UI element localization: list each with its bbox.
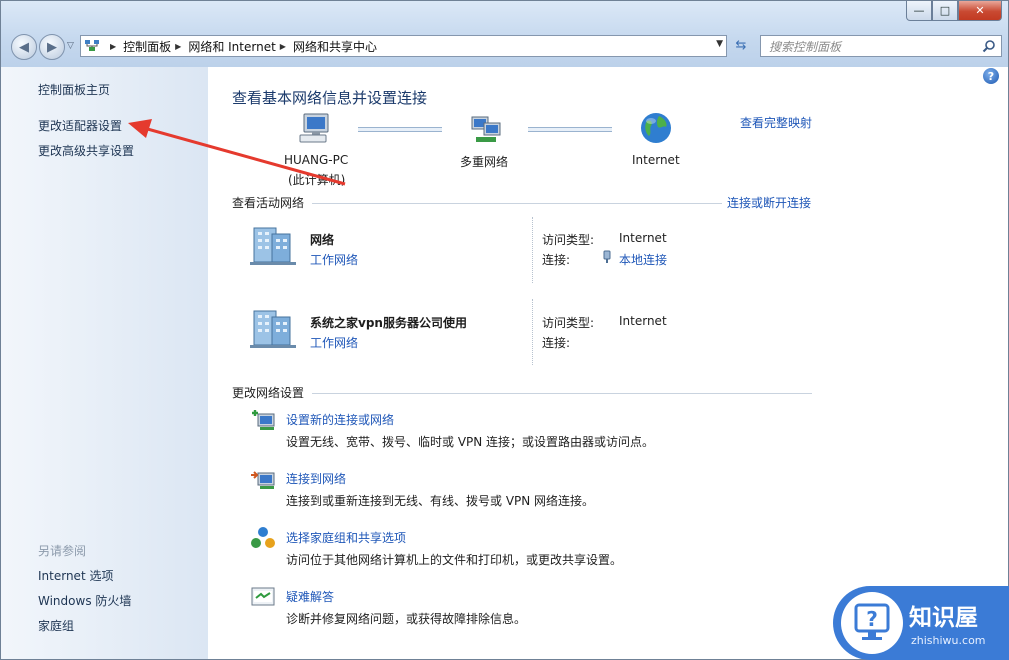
minimize-button[interactable]: — (906, 1, 932, 21)
network-1-connection-label: 连接: (542, 253, 571, 267)
breadcrumb-separator-icon[interactable]: ▶ (110, 42, 116, 51)
sidebar-link-homegroup[interactable]: 家庭组 (38, 617, 74, 634)
close-button[interactable]: ✕ (958, 1, 1002, 21)
network-2-name: 系统之家vpn服务器公司使用 (310, 316, 467, 330)
breadcrumb-network-internet[interactable]: 网络和 Internet (188, 38, 275, 55)
network-building-icon (250, 227, 296, 265)
homegroup-icon (251, 527, 275, 548)
forward-arrow-icon: ▶ (47, 39, 57, 55)
details-divider (532, 217, 534, 283)
task-homegroup-desc: 访问位于其他网络计算机上的文件和打印机，或更改共享设置。 (286, 553, 623, 567)
multiple-networks-label: 多重网络 (460, 155, 509, 169)
maximize-button[interactable]: □ (932, 1, 958, 21)
network-2-type-link[interactable]: 工作网络 (310, 334, 358, 351)
network-1-connection-link[interactable]: 本地连接 (619, 251, 667, 268)
network-1-type-link[interactable]: 工作网络 (310, 251, 358, 268)
internet-globe-icon[interactable] (639, 111, 673, 145)
connect-network-icon (251, 471, 275, 489)
see-also-heading: 另请参阅 (38, 544, 87, 558)
watermark-subtitle: zhishiwu.com (911, 634, 986, 647)
multiple-networks-icon[interactable] (470, 113, 504, 145)
details-divider (532, 299, 534, 365)
network-1-access-label: 访问类型: (542, 233, 595, 247)
explorer-window: — □ ✕ ◀ ▶ ▽ ▶ 控制面板 ▶ 网络和 Internet ▶ 网络和共… (0, 0, 1009, 660)
change-settings-heading: 更改网络设置 (232, 386, 305, 400)
breadcrumb-separator-icon[interactable]: ▶ (280, 42, 286, 51)
annotation-arrow-icon (128, 119, 346, 186)
internet-label: Internet (632, 153, 680, 167)
network-2-connection-label: 连接: (542, 336, 571, 350)
task-troubleshoot-desc: 诊断并修复网络问题，或获得故障排除信息。 (286, 612, 527, 626)
forward-button[interactable]: ▶ (39, 34, 65, 60)
address-bar[interactable]: ▶ 控制面板 ▶ 网络和 Internet ▶ 网络和共享中心 ▼ (80, 35, 727, 57)
connect-disconnect-link[interactable]: 连接或断开连接 (727, 194, 811, 211)
sidebar-link-internet-options[interactable]: Internet 选项 (38, 567, 113, 584)
task-setup-new-connection-desc: 设置无线、宽带、拨号、临时或 VPN 连接；或设置路由器或访问点。 (286, 435, 655, 449)
breadcrumb-separator-icon[interactable]: ▶ (175, 42, 181, 51)
watermark-logo: ? 知识屋 zhishiwu.com (833, 586, 1009, 660)
troubleshoot-icon (251, 587, 275, 606)
help-button[interactable]: ? (983, 68, 999, 84)
sidebar-link-change-adapter-settings[interactable]: 更改适配器设置 (38, 117, 122, 134)
address-dropdown-icon[interactable]: ▼ (716, 39, 723, 49)
breadcrumb-network-sharing-center[interactable]: 网络和共享中心 (293, 38, 377, 55)
svg-text:?: ? (866, 607, 878, 631)
new-connection-icon (252, 410, 275, 430)
search-placeholder: 搜索控制面板 (769, 39, 842, 54)
breadcrumb-control-panel[interactable]: 控制面板 (123, 38, 171, 55)
task-troubleshoot-link[interactable]: 疑难解答 (286, 588, 334, 605)
task-homegroup-link[interactable]: 选择家庭组和共享选项 (286, 529, 406, 546)
view-full-map-link[interactable]: 查看完整映射 (740, 114, 812, 131)
map-connector-line (358, 127, 442, 132)
map-connector-line (528, 127, 612, 132)
network-1-access-value: Internet (619, 231, 667, 245)
network-building-icon (250, 310, 296, 348)
help-icon: ? (987, 69, 995, 83)
section-divider (312, 393, 812, 394)
question-monitor-icon: ? (841, 592, 903, 654)
back-arrow-icon: ◀ (19, 39, 29, 55)
network-2-access-value: Internet (619, 314, 667, 328)
watermark-title: 知识屋 (909, 605, 978, 631)
sidebar-link-control-panel-home[interactable]: 控制面板主页 (38, 81, 110, 98)
sidebar-link-windows-firewall[interactable]: Windows 防火墙 (38, 592, 131, 609)
page-title: 查看基本网络信息并设置连接 (232, 89, 428, 107)
task-setup-new-connection-link[interactable]: 设置新的连接或网络 (286, 411, 394, 428)
recent-pages-dropdown[interactable]: ▽ (67, 41, 74, 51)
search-icon[interactable] (982, 39, 996, 53)
network-1-name: 网络 (310, 233, 335, 247)
refresh-button[interactable]: ⇆ (729, 35, 753, 55)
network-2-access-label: 访问类型: (542, 316, 595, 330)
task-connect-network-desc: 连接到或重新连接到无线、有线、拨号或 VPN 网络连接。 (286, 494, 595, 508)
task-connect-network-link[interactable]: 连接到网络 (286, 470, 346, 487)
ethernet-connection-icon (603, 250, 611, 263)
refresh-icon: ⇆ (735, 37, 747, 53)
title-bar: — □ ✕ ◀ ▶ ▽ ▶ 控制面板 ▶ 网络和 Internet ▶ 网络和共… (1, 1, 1008, 67)
network-folder-icon (85, 40, 99, 51)
search-input[interactable]: 搜索控制面板 (760, 35, 1002, 57)
section-divider (312, 203, 722, 204)
back-button[interactable]: ◀ (11, 34, 37, 60)
active-networks-heading: 查看活动网络 (232, 196, 305, 210)
caption-buttons: — □ ✕ (906, 1, 1002, 21)
